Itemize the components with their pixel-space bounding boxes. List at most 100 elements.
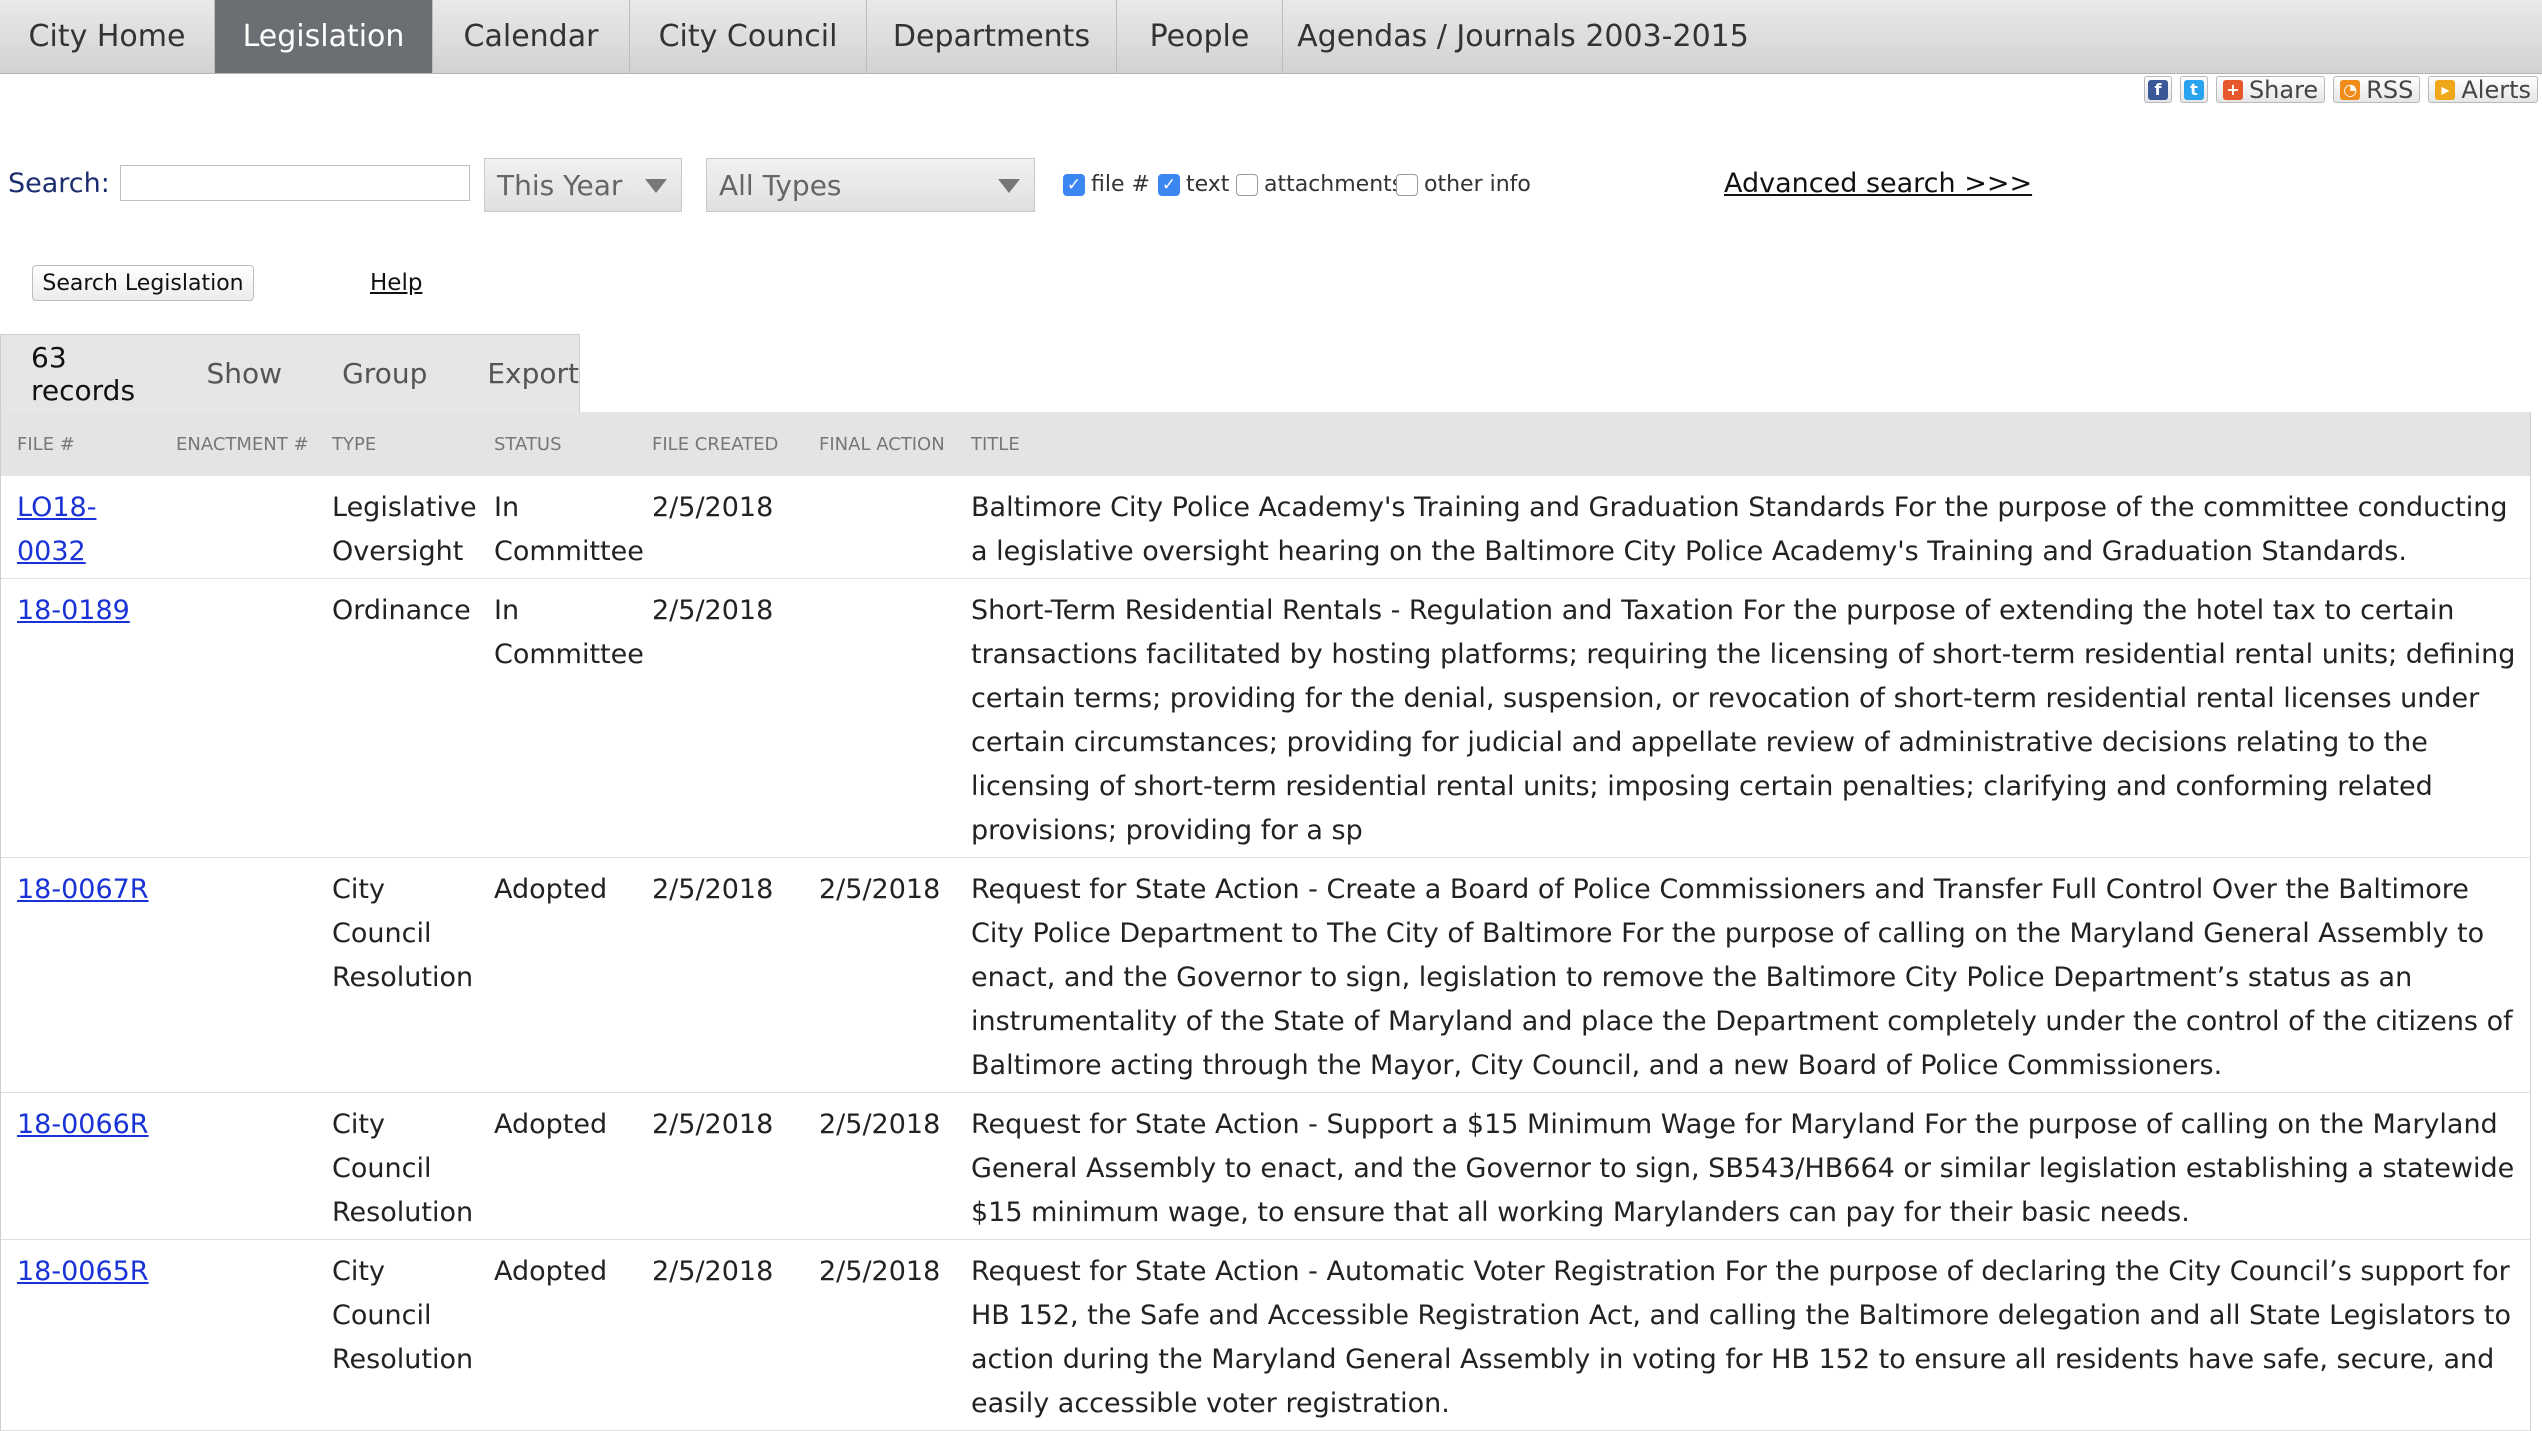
- plus-icon: +: [2222, 79, 2243, 100]
- type-cell: City Council Resolution: [316, 1092, 478, 1240]
- tab-departments[interactable]: Departments: [867, 0, 1117, 73]
- share-bar: f t + Share ◔ RSS ▸ Alerts: [2143, 75, 2538, 104]
- option-text[interactable]: ✓ text: [1158, 172, 1229, 197]
- type-cell: City Council Resolution: [316, 857, 478, 1093]
- alerts-button[interactable]: ▸ Alerts: [2428, 75, 2538, 104]
- created-cell: 2/5/2018: [636, 476, 803, 579]
- alerts-label: Alerts: [2461, 75, 2531, 104]
- enactment-cell: [160, 1239, 316, 1431]
- file-link[interactable]: LO18-0032: [17, 492, 96, 567]
- share-label: Share: [2248, 75, 2319, 104]
- tab-calendar[interactable]: Calendar: [433, 0, 630, 73]
- search-label: Search:: [8, 168, 110, 199]
- table-row: 18-0066R City Council Resolution Adopted…: [1, 1092, 2530, 1240]
- status-cell: In Committee: [478, 578, 644, 858]
- checkbox-empty-icon[interactable]: [1236, 173, 1258, 196]
- results-table: File # Enactment # Type Status File Crea…: [0, 412, 2531, 1431]
- type-cell: City Council Resolution: [316, 1239, 478, 1431]
- option-label: other info: [1424, 172, 1531, 197]
- twitter-icon: t: [2183, 79, 2204, 100]
- tab-agendas-journals[interactable]: Agendas / Journals 2003-2015: [1283, 0, 1763, 73]
- column-header-type[interactable]: Type: [316, 412, 478, 476]
- export-button[interactable]: Export: [487, 357, 579, 390]
- option-other-info[interactable]: other info: [1396, 172, 1531, 197]
- search-input[interactable]: [120, 165, 470, 201]
- checkbox-empty-icon[interactable]: [1396, 173, 1418, 196]
- file-cell: 18-0189: [1, 578, 160, 858]
- option-file-number[interactable]: ✓ file #: [1063, 172, 1150, 197]
- created-cell: 2/5/2018: [636, 1239, 803, 1431]
- advanced-search-link[interactable]: Advanced search >>>: [1724, 168, 2032, 199]
- type-cell: Legislative Oversight: [316, 476, 478, 579]
- created-cell: 2/5/2018: [636, 1092, 803, 1240]
- enactment-cell: [160, 578, 316, 858]
- file-link[interactable]: 18-0066R: [17, 1109, 149, 1140]
- title-cell: Baltimore City Police Academy's Training…: [955, 476, 2530, 579]
- type-select-value: All Types: [719, 168, 842, 202]
- chevron-down-icon: [998, 179, 1020, 193]
- title-cell: Request for State Action - Support a $15…: [955, 1092, 2530, 1240]
- title-cell: Request for State Action - Automatic Vot…: [955, 1239, 2530, 1431]
- column-header-status[interactable]: Status: [478, 412, 636, 476]
- column-header-title[interactable]: Title: [955, 412, 2530, 476]
- rss-label: RSS: [2366, 75, 2414, 104]
- group-button[interactable]: Group: [342, 357, 427, 390]
- final-action-cell: 2/5/2018: [803, 1092, 955, 1240]
- records-toolbar: 63 records Show Group Export: [0, 334, 580, 412]
- file-cell: 18-0067R: [1, 857, 160, 1093]
- table-row: LO18-0032 Legislative Oversight In Commi…: [1, 476, 2530, 579]
- file-link[interactable]: 18-0065R: [17, 1256, 149, 1287]
- tab-city-home[interactable]: City Home: [0, 0, 215, 73]
- option-label: text: [1186, 172, 1230, 197]
- status-cell: Adopted: [478, 1092, 636, 1240]
- record-count: 63 records: [31, 340, 136, 407]
- search-legislation-button[interactable]: Search Legislation: [32, 265, 254, 301]
- file-link[interactable]: 18-0067R: [17, 874, 149, 905]
- enactment-cell: [160, 476, 316, 579]
- status-cell: Adopted: [478, 1239, 636, 1431]
- chevron-down-icon: [645, 179, 667, 193]
- facebook-icon: f: [2147, 79, 2168, 100]
- year-select[interactable]: This Year: [484, 158, 682, 212]
- final-action-cell: 2/5/2018: [803, 857, 955, 1093]
- facebook-button[interactable]: f: [2143, 76, 2172, 103]
- checkbox-checked-icon[interactable]: ✓: [1158, 173, 1180, 196]
- type-select[interactable]: All Types: [706, 158, 1035, 212]
- enactment-cell: [160, 857, 316, 1093]
- year-select-value: This Year: [497, 168, 623, 202]
- tab-city-council[interactable]: City Council: [630, 0, 867, 73]
- tab-legislation[interactable]: Legislation: [215, 0, 433, 73]
- enactment-cell: [160, 1092, 316, 1240]
- tab-people[interactable]: People: [1117, 0, 1283, 73]
- column-header-file[interactable]: File #: [1, 412, 160, 476]
- checkbox-checked-icon[interactable]: ✓: [1063, 173, 1085, 196]
- option-attachments[interactable]: attachments: [1236, 172, 1403, 197]
- final-action-cell: [803, 578, 955, 858]
- file-cell: 18-0066R: [1, 1092, 160, 1240]
- title-cell: Short-Term Residential Rentals - Regulat…: [955, 578, 2530, 858]
- help-link[interactable]: Help: [370, 270, 422, 296]
- alert-icon: ▸: [2435, 79, 2456, 100]
- file-cell: 18-0065R: [1, 1239, 160, 1431]
- status-cell: Adopted: [478, 857, 636, 1093]
- share-button[interactable]: + Share: [2215, 75, 2326, 104]
- column-header-file-created[interactable]: File Created: [636, 412, 803, 476]
- top-nav: City Home Legislation Calendar City Coun…: [0, 0, 2542, 74]
- twitter-button[interactable]: t: [2179, 76, 2208, 103]
- table-row: 18-0065R City Council Resolution Adopted…: [1, 1239, 2530, 1431]
- show-button[interactable]: Show: [207, 357, 283, 390]
- table-row: 18-0189 Ordinance In Committee 2/5/2018 …: [1, 578, 2530, 858]
- rss-button[interactable]: ◔ RSS: [2333, 75, 2421, 104]
- column-header-enactment[interactable]: Enactment #: [160, 412, 316, 476]
- file-link[interactable]: 18-0189: [17, 595, 130, 626]
- final-action-cell: 2/5/2018: [803, 1239, 955, 1431]
- title-cell: Request for State Action - Create a Boar…: [955, 857, 2530, 1093]
- column-header-final-action[interactable]: Final Action: [803, 412, 955, 476]
- option-label: attachments: [1264, 172, 1404, 197]
- rss-icon: ◔: [2340, 79, 2361, 100]
- final-action-cell: [803, 476, 955, 579]
- status-cell: In Committee: [478, 476, 644, 579]
- table-row: 18-0067R City Council Resolution Adopted…: [1, 857, 2530, 1093]
- table-header-row: File # Enactment # Type Status File Crea…: [1, 412, 2530, 476]
- type-cell: Ordinance: [316, 578, 478, 858]
